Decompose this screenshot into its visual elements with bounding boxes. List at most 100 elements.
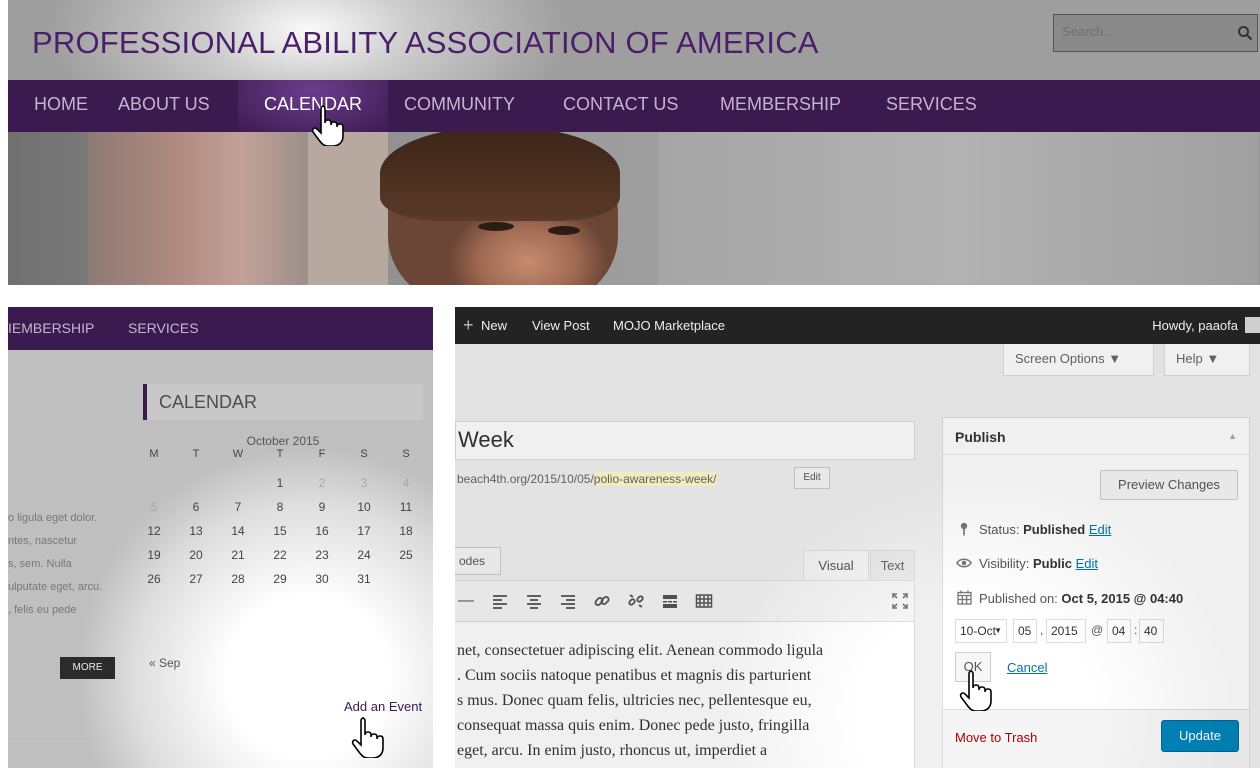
site-header-panel: PROFESSIONAL ABILITY ASSOCIATION OF AMER… xyxy=(8,0,1260,285)
calendar-day[interactable]: 24 xyxy=(352,548,376,562)
avatar[interactable] xyxy=(1245,317,1260,333)
editor-line: consequat massa quis enim. Donec pede ju… xyxy=(457,717,810,734)
editor-content[interactable]: net, consectetuer adipiscing elit. Aenea… xyxy=(455,622,915,768)
hero-background-window xyxy=(88,132,308,285)
visibility-value: Public xyxy=(1032,556,1072,571)
calendar-day[interactable]: 4 xyxy=(394,476,418,490)
excerpt-line: , felis eu pede xyxy=(8,604,77,616)
calendar-day[interactable]: 31 xyxy=(352,572,376,586)
calendar-day[interactable]: 1 xyxy=(268,476,292,490)
search-input[interactable] xyxy=(1062,24,1212,39)
link-icon[interactable] xyxy=(593,592,611,610)
calendar-day[interactable]: 21 xyxy=(226,548,250,562)
update-button[interactable]: Update xyxy=(1161,720,1239,752)
weekday-header: W xyxy=(232,448,244,460)
align-center-icon[interactable] xyxy=(525,592,543,610)
align-left-icon[interactable] xyxy=(491,592,509,610)
admin-bar-mojo-marketplace[interactable]: MOJO Marketplace xyxy=(613,318,725,333)
edit-status-link[interactable]: Edit xyxy=(1089,522,1111,537)
nav-item-services[interactable]: SERVICES xyxy=(128,320,199,336)
divider xyxy=(8,740,113,741)
visibility-row: Visibility: Public Edit xyxy=(955,556,1098,571)
calendar-day[interactable]: 13 xyxy=(184,524,208,538)
permalink-slug[interactable]: polio-awareness-week/ xyxy=(593,472,717,486)
calendar-day[interactable]: 27 xyxy=(184,572,208,586)
calendar-day[interactable]: 18 xyxy=(394,524,418,538)
nav-item-about-us[interactable]: ABOUT US xyxy=(118,94,210,115)
screen-options-button[interactable]: Screen Options ▼ xyxy=(1003,344,1154,376)
preview-changes-button[interactable]: Preview Changes xyxy=(1100,470,1238,500)
calendar-day[interactable]: 29 xyxy=(268,572,292,586)
calendar-day[interactable]: 2 xyxy=(310,476,334,490)
calendar-day[interactable]: 22 xyxy=(268,548,292,562)
edit-permalink-button[interactable]: Edit xyxy=(794,467,830,489)
calendar-day[interactable]: 23 xyxy=(310,548,334,562)
permalink-base: beach4th.org/2015/10/05/ xyxy=(457,472,594,486)
site-title[interactable]: PROFESSIONAL ABILITY ASSOCIATION OF AMER… xyxy=(32,25,819,61)
nav-item-services[interactable]: SERVICES xyxy=(886,94,977,115)
tab-text[interactable]: Text xyxy=(870,550,915,581)
calendar-day[interactable]: 6 xyxy=(184,500,208,514)
day-input[interactable]: 05 xyxy=(1013,619,1037,643)
calendar-day[interactable]: 16 xyxy=(310,524,334,538)
calendar-day[interactable]: 8 xyxy=(268,500,292,514)
shortcodes-button[interactable]: odes xyxy=(455,547,501,575)
calendar-day[interactable]: 25 xyxy=(394,548,418,562)
admin-bar-view-post[interactable]: View Post xyxy=(532,318,590,333)
post-title-field[interactable]: Week xyxy=(455,421,915,460)
calendar-day[interactable]: 11 xyxy=(394,500,418,514)
read-more-icon[interactable] xyxy=(661,592,679,610)
help-button[interactable]: Help ▼ xyxy=(1164,344,1250,376)
calendar-day[interactable]: 20 xyxy=(184,548,208,562)
eye-icon xyxy=(955,556,973,571)
nav-item-membership[interactable]: MEMBERSHIP xyxy=(720,94,841,115)
calendar-sidebar-panel: IEMBERSHIP SERVICES o ligula eget dolor.… xyxy=(8,307,433,768)
nav-item-community[interactable]: COMMUNITY xyxy=(404,94,515,115)
calendar-day[interactable]: 26 xyxy=(142,572,166,586)
hand-cursor-icon xyxy=(351,717,384,758)
horizontal-line-icon[interactable]: — xyxy=(457,592,475,610)
tab-visual[interactable]: Visual xyxy=(803,550,869,581)
hand-cursor-icon xyxy=(311,105,344,146)
site-header: PROFESSIONAL ABILITY ASSOCIATION OF AMER… xyxy=(8,0,1260,80)
hour-input[interactable]: 04 xyxy=(1107,619,1131,643)
calendar-day[interactable]: 30 xyxy=(310,572,334,586)
nav-item-contact-us[interactable]: CONTACT US xyxy=(563,94,678,115)
fullscreen-icon[interactable] xyxy=(891,592,909,610)
month-select[interactable]: 10-Oct ▼ xyxy=(955,619,1007,643)
calendar-day[interactable]: 10 xyxy=(352,500,376,514)
add-event-link[interactable]: Add an Event xyxy=(344,699,422,714)
calendar-day[interactable]: 5 xyxy=(142,500,166,514)
calendar-day[interactable]: 14 xyxy=(226,524,250,538)
hero-person-eye xyxy=(478,222,514,231)
post-excerpt: o ligula eget dolor. ntes, nascetur s, s… xyxy=(8,507,102,622)
edit-visibility-link[interactable]: Edit xyxy=(1076,556,1098,571)
admin-bar-new[interactable]: New xyxy=(481,318,507,333)
move-to-trash-link[interactable]: Move to Trash xyxy=(955,730,1037,745)
calendar-day[interactable]: 15 xyxy=(268,524,292,538)
publish-header[interactable]: Publish ▲ xyxy=(943,418,1249,455)
calendar-day[interactable]: 19 xyxy=(142,548,166,562)
unlink-icon[interactable] xyxy=(627,592,645,610)
plus-icon[interactable]: + xyxy=(463,316,474,334)
calendar-day[interactable]: 7 xyxy=(226,500,250,514)
calendar-day[interactable]: 28 xyxy=(226,572,250,586)
minute-input[interactable]: 40 xyxy=(1139,619,1164,643)
cancel-link[interactable]: Cancel xyxy=(1007,660,1047,675)
admin-bar-account[interactable]: Howdy, paaofa xyxy=(1152,318,1238,333)
collapse-arrow-icon[interactable]: ▲ xyxy=(1228,431,1237,441)
search-box[interactable] xyxy=(1053,14,1258,52)
align-right-icon[interactable] xyxy=(559,592,577,610)
calendar-day[interactable]: 9 xyxy=(310,500,334,514)
search-icon[interactable] xyxy=(1237,25,1253,41)
nav-item-membership[interactable]: IEMBERSHIP xyxy=(8,320,94,336)
calendar-day[interactable]: 12 xyxy=(142,524,166,538)
excerpt-line: ntes, nascetur xyxy=(8,535,78,547)
toolbar-toggle-icon[interactable] xyxy=(695,592,713,610)
calendar-prev-month-link[interactable]: « Sep xyxy=(149,656,180,670)
calendar-day[interactable]: 3 xyxy=(352,476,376,490)
nav-item-home[interactable]: HOME xyxy=(34,94,88,115)
more-button[interactable]: MORE xyxy=(60,657,115,679)
year-input[interactable]: 2015 xyxy=(1046,619,1086,643)
calendar-day[interactable]: 17 xyxy=(352,524,376,538)
